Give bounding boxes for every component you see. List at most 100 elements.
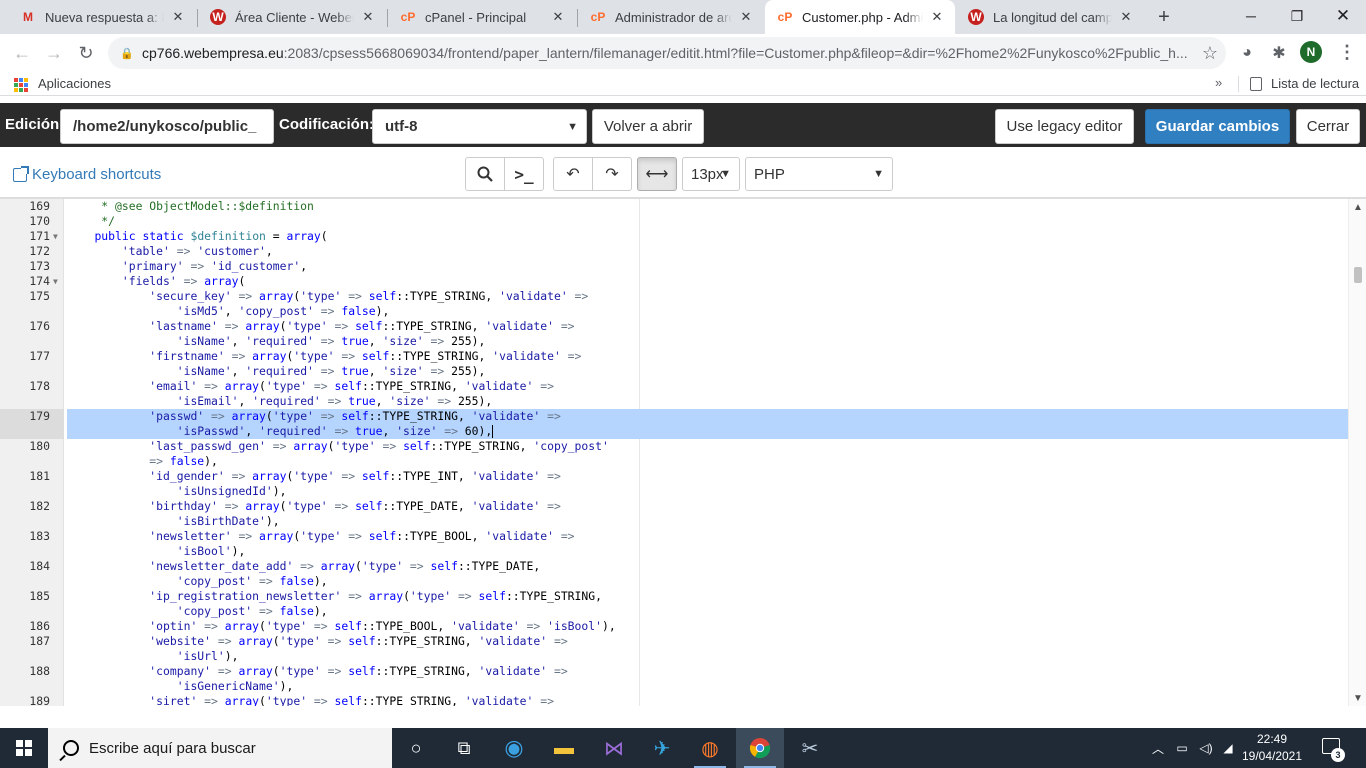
minimize-button[interactable]: ─: [1228, 0, 1274, 32]
code-text[interactable]: 'isBool'),: [67, 544, 246, 559]
code-text[interactable]: 'optin' => array('type' => self::TYPE_BO…: [67, 619, 615, 634]
code-line[interactable]: 183 'newsletter' => array('type' => self…: [0, 529, 1348, 544]
close-icon[interactable]: ✕: [929, 9, 945, 25]
reopen-button[interactable]: Volver a abrir: [592, 109, 704, 144]
task-view-icon[interactable]: ⧉: [440, 728, 488, 768]
code-text[interactable]: 'isBirthDate'),: [67, 514, 280, 529]
code-line[interactable]: 189 'siret' => array('type' => self::TYP…: [0, 694, 1348, 706]
code-line[interactable]: 179 'passwd' => array('type' => self::TY…: [0, 409, 1348, 424]
tab-file-manager[interactable]: cP Administrador de archivos ✕: [578, 0, 764, 34]
battery-icon[interactable]: ▭: [1172, 728, 1192, 768]
code-line[interactable]: => false),: [0, 454, 1348, 469]
apps-grid-icon[interactable]: [14, 78, 28, 92]
code-text[interactable]: * @see ObjectModel::$definition: [67, 199, 314, 214]
chrome-icon[interactable]: [736, 728, 784, 768]
cortana-icon[interactable]: ○: [392, 728, 440, 768]
system-clock[interactable]: 22:49 19/04/2021: [1240, 731, 1304, 765]
bookmark-star-icon[interactable]: ☆: [1202, 43, 1218, 64]
file-explorer-icon[interactable]: ▬: [540, 728, 588, 768]
code-line[interactable]: 172 'table' => 'customer',: [0, 244, 1348, 259]
code-line[interactable]: 187 'website' => array('type' => self::T…: [0, 634, 1348, 649]
visual-studio-icon[interactable]: ⋈: [590, 728, 638, 768]
fold-toggle-icon[interactable]: ▼: [53, 229, 58, 244]
code-text[interactable]: 'isUrl'),: [67, 649, 239, 664]
code-line[interactable]: 184 'newsletter_date_add' => array('type…: [0, 559, 1348, 574]
edge-icon[interactable]: ◉: [490, 728, 538, 768]
code-text[interactable]: */: [67, 214, 115, 229]
close-editor-button[interactable]: Cerrar: [1296, 109, 1360, 144]
code-line[interactable]: 177 'firstname' => array('type' => self:…: [0, 349, 1348, 364]
close-icon[interactable]: ✕: [360, 9, 376, 25]
go-to-line-button[interactable]: >_: [504, 157, 544, 191]
code-text[interactable]: 'table' => 'customer',: [67, 244, 273, 259]
encoding-select[interactable]: utf-8 ▼: [372, 109, 587, 144]
code-line[interactable]: 173 'primary' => 'id_customer',: [0, 259, 1348, 274]
start-button[interactable]: [0, 728, 48, 768]
code-text[interactable]: 'isPasswd', 'required' => true, 'size' =…: [67, 424, 494, 439]
scrollbar-thumb[interactable]: [1354, 267, 1362, 283]
code-line[interactable]: 186 'optin' => array('type' => self::TYP…: [0, 619, 1348, 634]
code-text[interactable]: 'secure_key' => array('type' => self::TY…: [67, 289, 588, 304]
address-bar[interactable]: 🔒 cp766.webempresa.eu:2083/cpsess5668069…: [108, 37, 1226, 69]
close-icon[interactable]: ✕: [170, 9, 186, 25]
tab-cpanel-principal[interactable]: cP cPanel - Principal ✕: [388, 0, 576, 34]
code-text[interactable]: 'newsletter_date_add' => array('type' =>…: [67, 559, 540, 574]
code-text[interactable]: 'isName', 'required' => true, 'size' => …: [67, 334, 486, 349]
legacy-editor-button[interactable]: Use legacy editor: [995, 109, 1134, 144]
code-text[interactable]: public static $definition = array(: [67, 229, 327, 244]
font-size-select[interactable]: 13px ▼: [682, 157, 740, 191]
code-line[interactable]: 'isBirthDate'),: [0, 514, 1348, 529]
code-line[interactable]: 182 'birthday' => array('type' => self::…: [0, 499, 1348, 514]
code-text[interactable]: 'newsletter' => array('type' => self::TY…: [67, 529, 574, 544]
reload-button[interactable]: ↻: [72, 39, 100, 67]
close-icon[interactable]: ✕: [738, 9, 754, 25]
code-line[interactable]: 'isName', 'required' => true, 'size' => …: [0, 334, 1348, 349]
lock-icon[interactable]: 🔒: [120, 46, 134, 60]
app-icon[interactable]: ✂: [786, 728, 834, 768]
code-line[interactable]: 171 ▼ public static $definition = array(: [0, 229, 1348, 244]
fold-toggle-icon[interactable]: ▼: [53, 274, 58, 289]
search-button[interactable]: [465, 157, 505, 191]
code-line[interactable]: 180 'last_passwd_gen' => array('type' =>…: [0, 439, 1348, 454]
code-lines[interactable]: 169 * @see ObjectModel::$definition 170 *…: [0, 199, 1348, 706]
reading-list-button[interactable]: Lista de lectura: [1271, 76, 1359, 91]
tab-longitud-campo[interactable]: W La longitud del campo Contraseña ✕: [956, 0, 1144, 34]
code-text[interactable]: 'isEmail', 'required' => true, 'size' =>…: [67, 394, 493, 409]
tab-area-cliente[interactable]: W Área Cliente - Webempresa ✕: [198, 0, 386, 34]
code-line[interactable]: 'isUrl'),: [0, 649, 1348, 664]
code-text[interactable]: => false),: [67, 454, 218, 469]
word-wrap-toggle[interactable]: ⟷: [637, 157, 677, 191]
code-text[interactable]: 'birthday' => array('type' => self::TYPE…: [67, 499, 561, 514]
code-line[interactable]: 178 'email' => array('type' => self::TYP…: [0, 379, 1348, 394]
code-line[interactable]: 175 'secure_key' => array('type' => self…: [0, 289, 1348, 304]
network-icon[interactable]: ◢: [1218, 728, 1238, 768]
code-text[interactable]: 'lastname' => array('type' => self::TYPE…: [67, 319, 574, 334]
new-tab-button[interactable]: +: [1152, 5, 1176, 29]
code-line[interactable]: 170 */: [0, 214, 1348, 229]
code-line[interactable]: 'copy_post' => false),: [0, 574, 1348, 589]
profile-avatar[interactable]: N: [1300, 41, 1322, 63]
code-text[interactable]: 'last_passwd_gen' => array('type' => sel…: [67, 439, 609, 454]
firefox-icon[interactable]: ◍: [686, 728, 734, 768]
code-line[interactable]: 'isPasswd', 'required' => true, 'size' =…: [0, 424, 1348, 439]
code-line[interactable]: 'isBool'),: [0, 544, 1348, 559]
code-text[interactable]: 'website' => array('type' => self::TYPE_…: [67, 634, 567, 649]
code-text[interactable]: 'fields' => array(: [67, 274, 245, 289]
code-text[interactable]: 'ip_registration_newsletter' => array('t…: [67, 589, 602, 604]
volume-icon[interactable]: ◁): [1196, 728, 1216, 768]
url-text[interactable]: cp766.webempresa.eu:2083/cpsess566806903…: [142, 45, 1202, 61]
tab-customer-php[interactable]: cP Customer.php - Administrador ✕: [765, 0, 955, 34]
close-icon[interactable]: ✕: [550, 9, 566, 25]
code-text[interactable]: 'isUnsignedId'),: [67, 484, 287, 499]
vertical-scrollbar[interactable]: ▲ ▼: [1348, 199, 1366, 706]
code-line[interactable]: 'isUnsignedId'),: [0, 484, 1348, 499]
tab-gmail[interactable]: M Nueva respuesta a: La longitud ✕: [8, 0, 196, 34]
code-text[interactable]: 'isMd5', 'copy_post' => false),: [67, 304, 390, 319]
code-text[interactable]: 'isName', 'required' => true, 'size' => …: [67, 364, 486, 379]
code-line[interactable]: 169 * @see ObjectModel::$definition: [0, 199, 1348, 214]
language-select[interactable]: PHP ▼: [745, 157, 893, 191]
reading-list-icon[interactable]: [1250, 77, 1262, 91]
code-line[interactable]: 188 'company' => array('type' => self::T…: [0, 664, 1348, 679]
chrome-menu-icon[interactable]: ⋮: [1338, 42, 1356, 63]
apps-bookmark[interactable]: Aplicaciones: [38, 76, 111, 91]
